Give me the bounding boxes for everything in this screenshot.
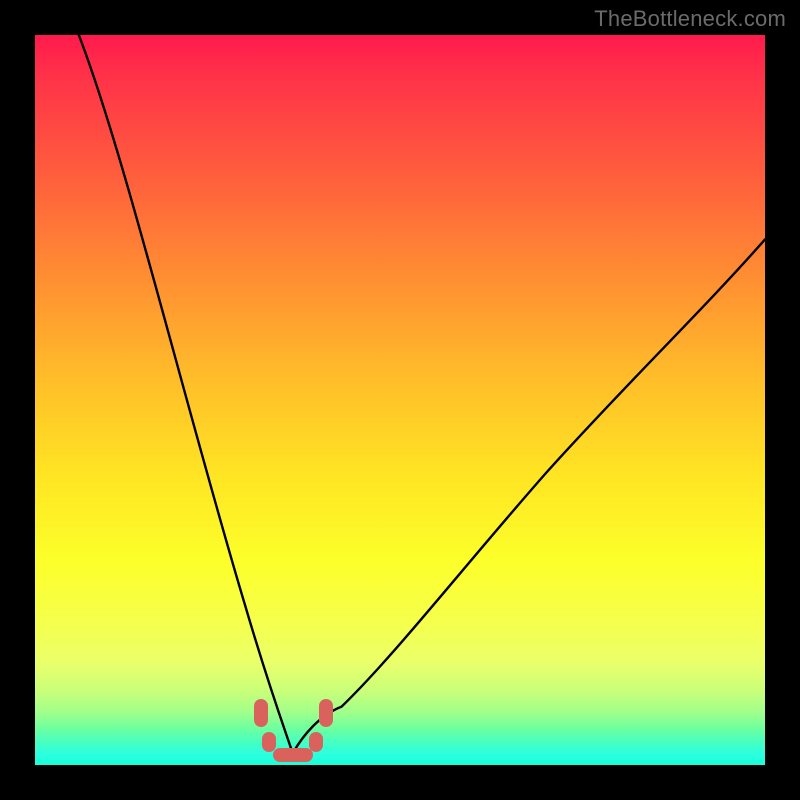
plot-area: [35, 35, 765, 765]
curve-right-branch: [293, 239, 765, 753]
chart-frame: TheBottleneck.com line left-branch: [0, 0, 800, 800]
watermark-text: TheBottleneck.com: [594, 6, 786, 32]
marker-group: [254, 699, 333, 762]
bottleneck-curve: [35, 35, 765, 765]
curve-left-branch: [79, 35, 293, 753]
